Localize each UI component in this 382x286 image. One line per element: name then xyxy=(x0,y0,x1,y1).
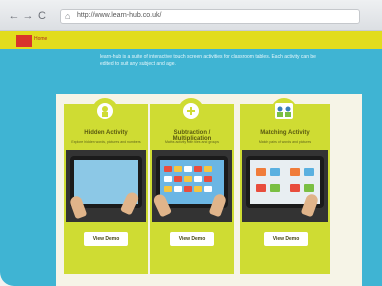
card-photo xyxy=(151,150,232,222)
card-subtitle: Maths activity with tiles and groups xyxy=(164,140,220,144)
reload-icon[interactable]: C xyxy=(36,10,48,22)
forward-icon[interactable]: → xyxy=(22,10,34,22)
tile xyxy=(204,186,212,192)
tile xyxy=(174,176,182,182)
tile xyxy=(304,168,314,176)
tile xyxy=(164,166,172,172)
reveal-icon xyxy=(92,98,118,124)
site-navigation: Home xyxy=(0,31,382,49)
tile xyxy=(270,184,280,192)
nav-item-label[interactable]: Home xyxy=(34,36,47,42)
view-demo-button[interactable]: View Demo xyxy=(84,232,128,246)
nav-item-home[interactable] xyxy=(16,35,32,47)
activity-card-hidden: Hidden Activity Explore hidden words, pi… xyxy=(64,98,148,274)
tile xyxy=(204,176,212,182)
tile xyxy=(184,186,192,192)
monitor-screen: ← → C ⌂ http://www.learn-hub.co.uk/ Home… xyxy=(0,0,382,286)
view-demo-button[interactable]: View Demo xyxy=(264,232,308,246)
match-icon xyxy=(271,98,297,124)
card-photo xyxy=(66,150,146,222)
tile xyxy=(304,184,314,192)
address-bar[interactable]: ⌂ http://www.learn-hub.co.uk/ xyxy=(60,9,360,24)
card-subtitle: Match pairs of words and pictures xyxy=(258,140,312,144)
page-icon: ⌂ xyxy=(65,11,71,21)
card-subtitle: Explore hidden words, pictures and numbe… xyxy=(71,140,141,144)
tile xyxy=(174,166,182,172)
activity-card-maths: Subtraction / Multiplication Maths activ… xyxy=(150,98,234,274)
maths-icon xyxy=(178,98,204,124)
tile xyxy=(256,184,266,192)
tile xyxy=(256,168,266,176)
tile xyxy=(184,166,192,172)
tile xyxy=(194,176,202,182)
tile xyxy=(164,176,172,182)
card-title: Matching Activity xyxy=(260,130,310,136)
tile xyxy=(290,184,300,192)
tile xyxy=(164,186,172,192)
card-photo xyxy=(242,150,328,222)
intro-text: learn-hub is a suite of interactive touc… xyxy=(100,54,316,67)
activity-card-matching: Matching Activity Match pairs of words a… xyxy=(240,98,330,274)
card-title: Hidden Activity xyxy=(84,130,128,136)
browser-toolbar: ← → C ⌂ http://www.learn-hub.co.uk/ xyxy=(0,0,382,31)
tile xyxy=(194,166,202,172)
tile xyxy=(270,168,280,176)
tile xyxy=(184,176,192,182)
tile xyxy=(194,186,202,192)
view-demo-button[interactable]: View Demo xyxy=(170,232,214,246)
back-icon[interactable]: ← xyxy=(8,10,20,22)
tile xyxy=(290,168,300,176)
tile xyxy=(204,166,212,172)
tile xyxy=(174,186,182,192)
url-text[interactable]: http://www.learn-hub.co.uk/ xyxy=(77,12,161,19)
